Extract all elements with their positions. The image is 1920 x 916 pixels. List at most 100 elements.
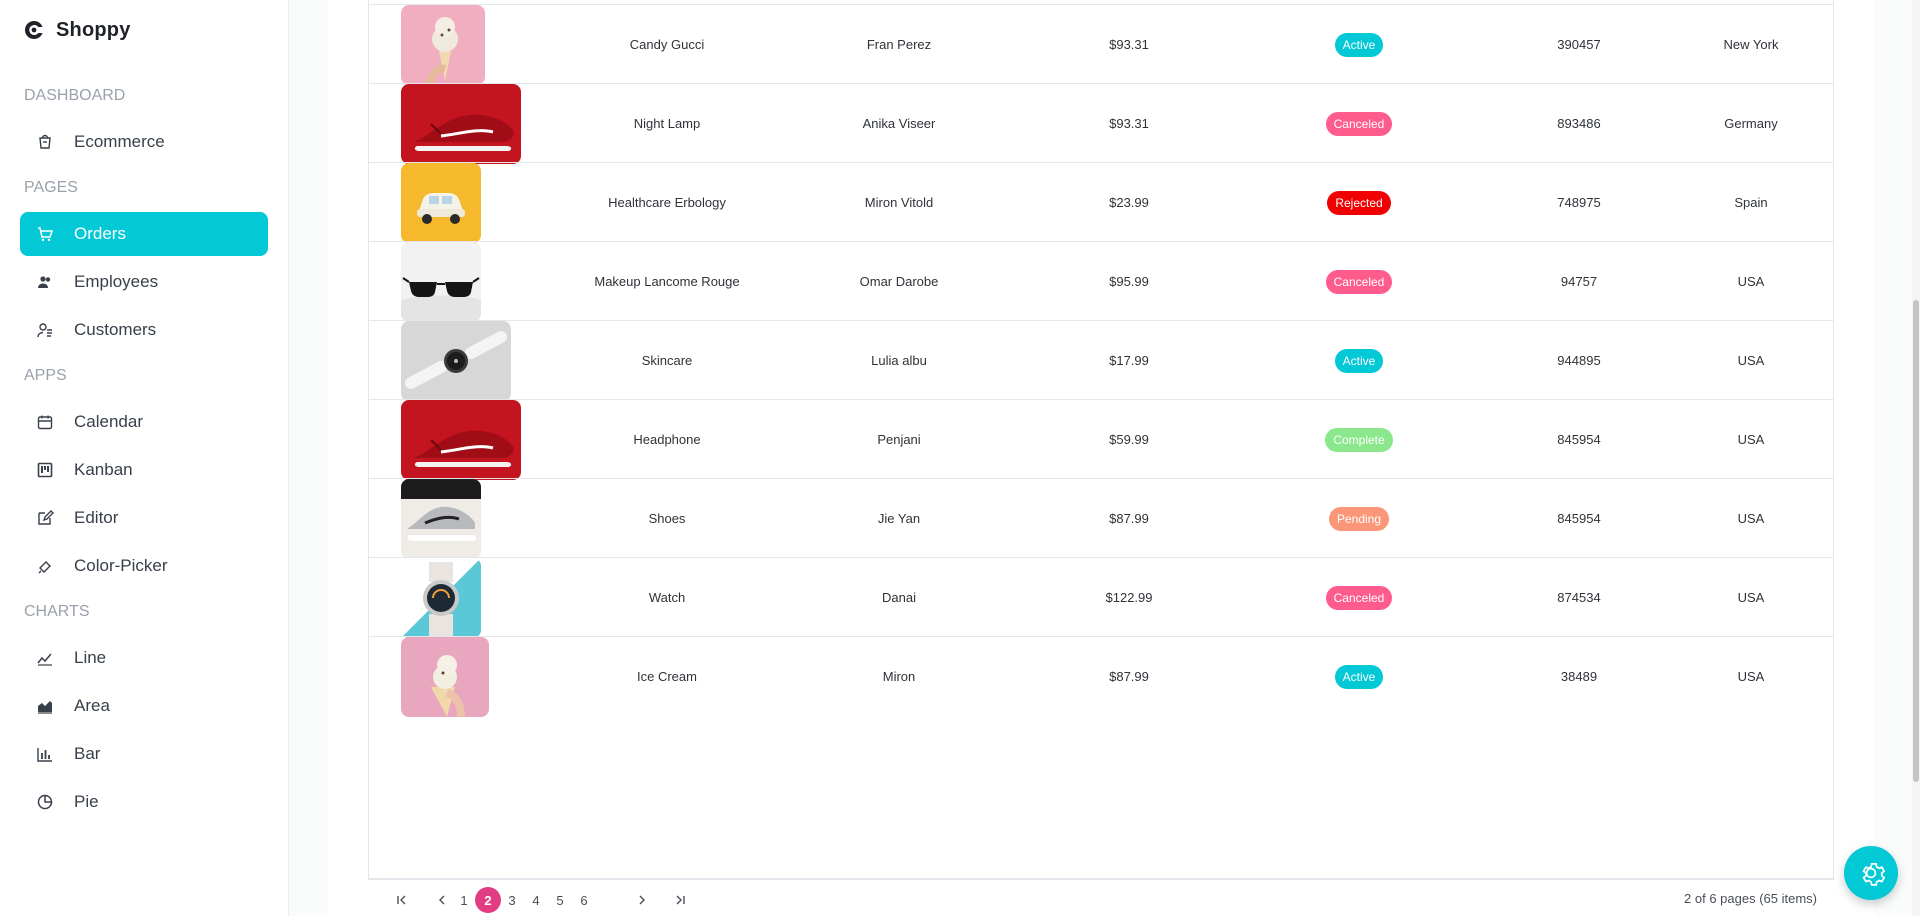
table-row[interactable]: Shoes Jie Yan $87.99 845954 USA Pending: [369, 478, 1833, 559]
page-number-1[interactable]: 1: [453, 889, 475, 911]
product-image: [401, 83, 521, 164]
table-row[interactable]: Healthcare Erbology Miron Vitold $23.99 748…: [369, 162, 1833, 243]
table-row[interactable]: Makeup Lancome Rouge Omar Darobe $95.99 947…: [369, 241, 1833, 322]
sidebar-item-employees[interactable]: Employees: [20, 260, 268, 304]
customers-icon: [36, 321, 54, 339]
location-cell: USA: [1737, 353, 1765, 368]
location-cell: USA: [1737, 274, 1765, 289]
sidebar-item-line[interactable]: Line: [20, 636, 268, 680]
color-picker-icon: [36, 557, 54, 575]
employees-icon: [36, 273, 54, 291]
cart-icon: [36, 225, 54, 243]
pager: 123456 2 of 6 pages (65 items): [369, 878, 1835, 916]
sidebar-item-pie[interactable]: Pie: [20, 780, 268, 824]
order-id-cell: 845954: [1557, 432, 1601, 447]
status-badge: Canceled: [1325, 111, 1393, 136]
amount-cell: $87.99: [1109, 669, 1149, 684]
sidebar-item-label: Pie: [74, 792, 99, 811]
sidebar-nav: DASHBOARD Ecommerce PAGES Orders Employees Cu…: [0, 76, 288, 828]
product-image-cell: [401, 399, 531, 480]
status-cell: Canceled: [1229, 84, 1489, 163]
product-image-cell: [401, 83, 531, 164]
status-cell: Active: [1229, 5, 1489, 84]
sidebar-item-kanban[interactable]: Kanban: [20, 448, 268, 492]
location-cell: USA: [1737, 669, 1765, 684]
prev-page-icon[interactable]: [431, 889, 453, 911]
page-number-6[interactable]: 6: [573, 889, 595, 911]
item-cell: Skincare: [641, 353, 693, 368]
status-cell: Pending: [1229, 479, 1489, 558]
product-image: [401, 162, 481, 243]
location-cell: USA: [1737, 511, 1765, 526]
shoppy-logo-icon: [25, 20, 43, 39]
first-page-icon[interactable]: [391, 889, 413, 911]
bar-chart-icon: [36, 745, 54, 763]
page-number-4[interactable]: 4: [525, 889, 547, 911]
location-cell: USA: [1737, 590, 1765, 605]
sidebar-item-customers[interactable]: Customers: [20, 308, 268, 352]
amount-cell: $93.31: [1109, 116, 1149, 131]
sidebar-item-calendar[interactable]: Calendar: [20, 400, 268, 444]
sidebar-item-label: Calendar: [74, 412, 143, 431]
scrollbar-thumb[interactable]: [1913, 300, 1919, 782]
location-cell: USA: [1737, 432, 1765, 447]
kanban-icon: [36, 461, 54, 479]
sidebar-item-label: Bar: [74, 744, 101, 763]
amount-cell: $122.99: [1105, 590, 1153, 605]
status-badge: Active: [1334, 32, 1384, 57]
customer-cell: Omar Darobe: [859, 274, 939, 289]
next-page-icon[interactable]: [631, 889, 653, 911]
sidebar-item-orders[interactable]: Orders: [20, 212, 268, 256]
product-image-cell: [401, 478, 531, 559]
item-cell: Ice Cream: [637, 669, 697, 684]
status-badge: Active: [1334, 348, 1384, 373]
orders-table: 123456 2 of 6 pages (65 items) Candy Guc…: [368, 0, 1835, 913]
pager-info: 2 of 6 pages (65 items): [1684, 891, 1817, 906]
page-number-2[interactable]: 2: [475, 887, 501, 913]
table-row[interactable]: Headphone Penjani $59.99 845954 USA Complete: [369, 399, 1833, 480]
order-id-cell: 944895: [1557, 353, 1601, 368]
sidebar-item-area[interactable]: Area: [20, 684, 268, 728]
customer-cell: Lulia albu: [871, 353, 927, 368]
sidebar-item-ecommerce[interactable]: Ecommerce: [20, 120, 268, 164]
status-badge: Canceled: [1325, 269, 1393, 294]
table-row[interactable]: Watch Danai $122.99 874534 USA Canceled: [369, 557, 1833, 638]
sidebar-item-color-picker[interactable]: Color-Picker: [20, 544, 268, 588]
sidebar-item-editor[interactable]: Editor: [20, 496, 268, 540]
product-image-cell: [401, 162, 531, 243]
status-badge: Rejected: [1327, 190, 1391, 215]
page-number-5[interactable]: 5: [549, 889, 571, 911]
brand[interactable]: Shoppy: [22, 16, 131, 44]
item-cell: Shoes: [648, 511, 686, 526]
sidebar-item-bar[interactable]: Bar: [20, 732, 268, 776]
location-cell: Germany: [1724, 116, 1778, 131]
customer-cell: Penjani: [877, 432, 921, 447]
order-id-cell: 893486: [1557, 116, 1601, 131]
amount-cell: $23.99: [1109, 195, 1149, 210]
status-badge: Active: [1334, 664, 1384, 689]
sidebar-item-label: Color-Picker: [74, 556, 168, 575]
table-row[interactable]: Skincare Lulia albu $17.99 944895 USA Active: [369, 320, 1833, 401]
last-page-icon[interactable]: [669, 889, 691, 911]
section-title-apps: APPS: [24, 367, 67, 384]
page-number-3[interactable]: 3: [501, 889, 523, 911]
product-image: [401, 478, 481, 559]
calendar-icon: [36, 413, 54, 431]
product-image: [401, 399, 521, 480]
editor-icon: [36, 509, 54, 527]
product-image: [401, 241, 481, 322]
table-row[interactable]: Ice Cream Miron $87.99 38489 USA Active: [369, 636, 1833, 717]
status-cell: Rejected: [1229, 163, 1489, 242]
table-row[interactable]: Candy Gucci Fran Perez $93.31 390457 New Yor…: [369, 4, 1833, 85]
sidebar-item-label: Editor: [74, 508, 119, 527]
item-cell: Healthcare Erbology: [608, 195, 726, 210]
order-id-cell: 94757: [1560, 274, 1598, 289]
area-chart-icon: [36, 697, 54, 715]
amount-cell: $87.99: [1109, 511, 1149, 526]
location-cell: New York: [1723, 37, 1779, 52]
product-image: [401, 636, 489, 717]
settings-button[interactable]: [1844, 846, 1898, 900]
table-row[interactable]: Night Lamp Anika Viseer $93.31 893486 German…: [369, 83, 1833, 164]
order-id-cell: 38489: [1560, 669, 1598, 684]
sidebar-item-label: Orders: [74, 224, 126, 243]
